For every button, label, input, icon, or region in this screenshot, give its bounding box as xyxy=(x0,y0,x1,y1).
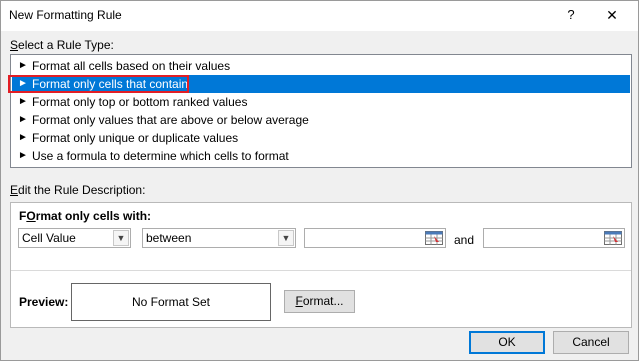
chevron-down-icon[interactable]: ▼ xyxy=(278,230,294,246)
arrow-icon: ► xyxy=(18,60,28,71)
close-button[interactable]: ✕ xyxy=(586,1,638,31)
divider xyxy=(11,270,631,271)
rule-type-heading: Select a Rule Type: xyxy=(10,38,114,52)
preview-label: Preview: xyxy=(19,295,69,309)
value1-input[interactable] xyxy=(304,228,446,248)
rule-description-panel: FOrmat only cells with: Cell Value ▼ bet… xyxy=(10,202,632,328)
operator-select[interactable]: between ▼ xyxy=(142,228,296,248)
range-selector-icon[interactable] xyxy=(604,231,622,245)
and-label: and xyxy=(454,233,475,247)
arrow-icon: ► xyxy=(18,114,28,125)
window-title: New Formatting Rule xyxy=(9,8,122,22)
format-only-cells-with-label: FOrmat only cells with: xyxy=(19,209,152,223)
format-preview: No Format Set xyxy=(71,283,271,321)
rule-type-item[interactable]: ► Format only top or bottom ranked value… xyxy=(12,93,630,111)
rule-type-item[interactable]: ► Format only values that are above or b… xyxy=(12,111,630,129)
ok-button[interactable]: OK xyxy=(469,331,545,354)
arrow-icon: ► xyxy=(18,78,28,89)
rule-type-item-selected[interactable]: ► Format only cells that contain xyxy=(12,75,630,93)
rule-description-heading: Edit the Rule Description: xyxy=(10,183,146,197)
condition-type-select[interactable]: Cell Value ▼ xyxy=(18,228,131,248)
title-bar: New Formatting Rule ? ✕ xyxy=(1,1,638,31)
arrow-icon: ► xyxy=(18,150,28,161)
rule-type-list[interactable]: ► Format all cells based on their values… xyxy=(10,54,632,168)
chevron-down-icon[interactable]: ▼ xyxy=(113,230,129,246)
rule-type-item[interactable]: ► Use a formula to determine which cells… xyxy=(12,147,630,165)
cancel-button[interactable]: Cancel xyxy=(553,331,629,354)
help-button[interactable]: ? xyxy=(556,1,586,31)
format-button[interactable]: Format... xyxy=(284,290,355,313)
rule-type-item[interactable]: ► Format only unique or duplicate values xyxy=(12,129,630,147)
arrow-icon: ► xyxy=(18,96,28,107)
new-formatting-rule-dialog: New Formatting Rule ? ✕ Select a Rule Ty… xyxy=(0,0,639,361)
range-selector-icon[interactable] xyxy=(425,231,443,245)
value2-input[interactable] xyxy=(483,228,625,248)
rule-type-item[interactable]: ► Format all cells based on their values xyxy=(12,57,630,75)
arrow-icon: ► xyxy=(18,132,28,143)
